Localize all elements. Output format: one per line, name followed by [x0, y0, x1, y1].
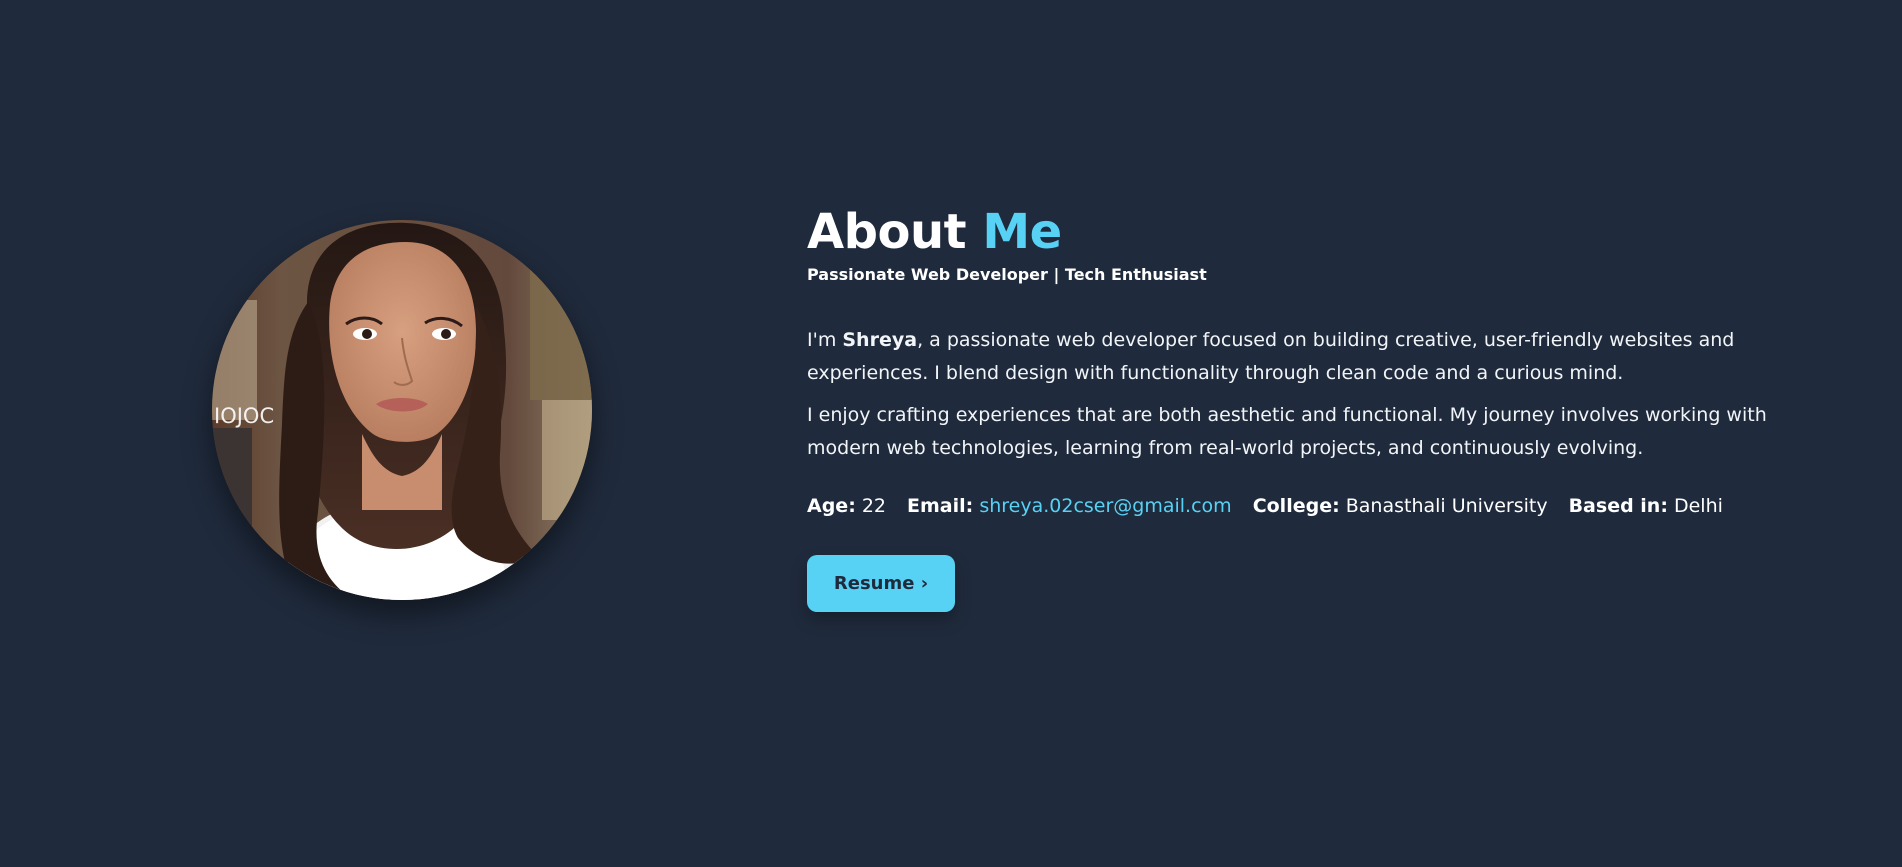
location-label: Based in:: [1568, 495, 1668, 517]
bio-intro-suffix: , a passionate web developer focused on …: [807, 329, 1735, 384]
page-subtitle: Passionate Web Developer | Tech Enthusia…: [807, 265, 1207, 284]
bio-paragraph-1: I'm Shreya, a passionate web developer f…: [807, 324, 1837, 390]
title-accent: Me: [982, 204, 1062, 260]
info-age: Age: 22: [807, 493, 886, 519]
bio-intro-prefix: I'm: [807, 329, 843, 351]
info-email: Email: shreya.02cser@gmail.com: [907, 493, 1232, 519]
personal-info-row: Age: 22 Email: shreya.02cser@gmail.com C…: [807, 493, 1837, 519]
svg-text:ΙOJOC: ΙOJOC: [214, 404, 274, 428]
profile-photo: ΙOJOC: [212, 220, 592, 600]
info-location: Based in: Delhi: [1569, 493, 1723, 519]
age-value: 22: [861, 495, 887, 517]
age-label: Age:: [807, 495, 856, 517]
resume-button[interactable]: Resume ›: [807, 555, 955, 612]
location-value: Delhi: [1673, 495, 1723, 517]
title-main: About: [807, 204, 983, 260]
college-label: College:: [1252, 495, 1340, 517]
page-title: About Me: [807, 200, 1837, 264]
email-label: Email:: [907, 495, 974, 517]
about-content: About Me Passionate Web Developer | Tech…: [807, 200, 1837, 612]
about-section: ΙOJOC About Me Passionate Web Developer …: [0, 0, 1902, 867]
email-link[interactable]: shreya.02cser@gmail.com: [979, 495, 1231, 517]
college-value: Banasthali University: [1345, 495, 1548, 517]
info-college: College: Banasthali University: [1253, 493, 1548, 519]
bio-name: Shreya: [842, 329, 918, 351]
bio-paragraph-2: I enjoy crafting experiences that are bo…: [807, 404, 1767, 459]
profile-photo-illustration: ΙOJOC: [212, 220, 592, 600]
